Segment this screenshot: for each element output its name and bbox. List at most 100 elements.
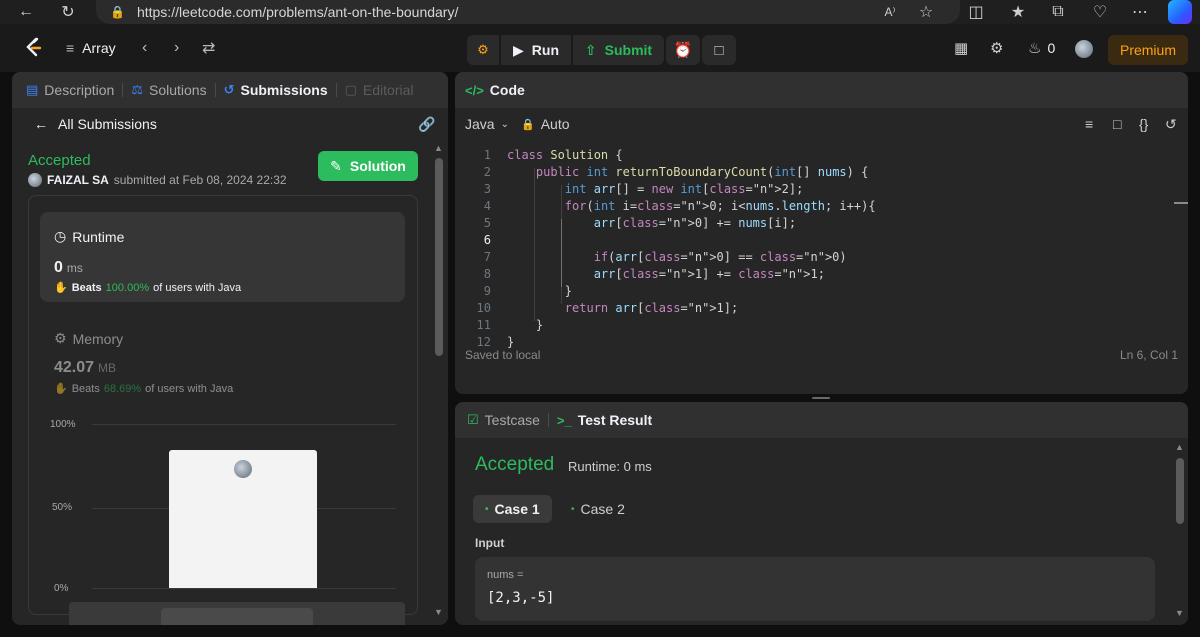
saved-status: Saved to local [465, 348, 541, 362]
premium-button[interactable]: Premium [1108, 35, 1188, 65]
user-avatar[interactable] [1075, 40, 1093, 58]
settings-icon[interactable]: ⚙ [990, 24, 1003, 72]
result-scrollbar[interactable] [1176, 458, 1184, 524]
code-toolbar: Java ⌄ 🔒 Auto ≡ □ {} ↺ [455, 108, 1188, 140]
collections-icon[interactable]: ⧉ [1048, 0, 1068, 24]
heart-icon[interactable]: ♡ [1090, 0, 1110, 24]
scroll-up-icon[interactable]: ▲ [434, 143, 443, 153]
line-number: 6 [483, 232, 491, 247]
share-link-icon[interactable]: 🔗 [418, 116, 435, 133]
line-number: 9 [483, 283, 491, 298]
back-icon[interactable]: ← [14, 0, 38, 24]
chart-y-label: 50% [52, 502, 73, 513]
read-aloud-icon[interactable]: A⁾ [880, 0, 900, 24]
chart-footer-highlight [161, 608, 313, 625]
code-panel: </> Code Java ⌄ 🔒 Auto ≡ □ {} ↺ 1 class S… [455, 72, 1188, 394]
notes-button[interactable]: □ [702, 35, 736, 65]
test-result-label: Test Result [577, 412, 653, 428]
format-icon[interactable]: ≡ [1085, 108, 1093, 140]
grid-line [92, 588, 396, 589]
tab-code[interactable]: </> Code [465, 72, 525, 108]
runtime-card[interactable]: ◷ Runtime 0 ms ✋ Beats 100.00% of users w… [40, 212, 405, 302]
code-editor[interactable]: 1 class Solution {2 public int returnToBo… [455, 140, 1188, 360]
timer-button[interactable]: ⏰ [666, 35, 700, 65]
code-text: } [507, 334, 515, 349]
scroll-down-icon[interactable]: ▼ [1175, 608, 1184, 618]
book-icon: ▢ [344, 82, 357, 97]
submit-button[interactable]: ⇧ Submit [573, 35, 664, 65]
memory-title-label: Memory [72, 330, 124, 347]
code-line[interactable]: 5 arr[class="n">0] += nums[i]; [455, 214, 1188, 231]
bookmark-icon[interactable]: □ [1113, 108, 1121, 140]
tab-submissions[interactable]: ↺ Submissions [224, 72, 328, 108]
code-line[interactable]: 6 [455, 231, 1188, 248]
run-button[interactable]: ▶ Run [501, 35, 571, 65]
code-line[interactable]: 1 class Solution { [455, 146, 1188, 163]
beats-label: Beats [71, 281, 102, 294]
split-screen-icon[interactable]: ◫ [966, 0, 986, 24]
case-1-tab[interactable]: • Case 1 [473, 495, 552, 523]
code-line[interactable]: 7 if(arr[class="n">0] == class="n">0) [455, 248, 1188, 265]
shuffle-icon[interactable]: ⇄ [202, 24, 215, 72]
layout-icon[interactable]: ▦ [954, 24, 968, 72]
prev-problem-button[interactable]: ‹ [142, 24, 147, 72]
beats-label: Beats [71, 382, 100, 395]
code-line[interactable]: 8 arr[class="n">1] += class="n">1; [455, 265, 1188, 282]
language-select[interactable]: Java ⌄ [465, 116, 509, 132]
code-text: arr[class="n">1] += class="n">1; [593, 266, 825, 281]
scroll-down-icon[interactable]: ▼ [434, 607, 443, 617]
code-text: public int returnToBoundaryCount(int[] n… [535, 164, 869, 179]
leetcode-logo[interactable] [24, 24, 44, 72]
code-line[interactable]: 11 } [455, 316, 1188, 333]
beats-suffix: of users with Java [145, 382, 234, 395]
more-icon[interactable]: ⋯ [1130, 0, 1150, 24]
language-label: Java [465, 116, 495, 132]
tab-solutions[interactable]: ⚖ Solutions [131, 72, 206, 108]
tab-testcase[interactable]: ☑ Testcase [467, 402, 540, 438]
code-line[interactable]: 10 return arr[class="n">1]; [455, 299, 1188, 316]
user-name[interactable]: FAIZAL SA [47, 173, 109, 187]
debug-button[interactable]: ⚙ [467, 35, 499, 65]
all-submissions-link[interactable]: ← All Submissions [34, 116, 157, 132]
flask-icon: ⚖ [131, 82, 143, 97]
line-number: 5 [483, 215, 491, 230]
code-line[interactable]: 12} [455, 333, 1188, 350]
scroll-up-icon[interactable]: ▲ [1175, 442, 1184, 452]
case-2-tab[interactable]: • Case 2 [559, 495, 637, 523]
tab-editorial[interactable]: ▢ Editorial [345, 72, 414, 108]
code-line[interactable]: 3 int arr[] = new int[class="n">2]; [455, 180, 1188, 197]
left-scrollbar[interactable] [435, 158, 443, 356]
auto-label: Auto [540, 116, 570, 132]
code-text: if(arr[class="n">0] == class="n">0) [593, 249, 847, 264]
address-bar[interactable]: 🔒 https://leetcode.com/problems/ant-on-t… [96, 0, 960, 24]
favorites-icon[interactable]: ★ [1008, 0, 1028, 24]
chart-y-label: 0% [54, 583, 69, 594]
refresh-icon[interactable]: ↻ [56, 0, 80, 24]
tab-submissions-label: Submissions [240, 82, 328, 98]
streak-counter[interactable]: ♨ 0 [1028, 24, 1055, 72]
runtime-value: 0 ms [54, 259, 83, 277]
submitted-at: submitted at Feb 08, 2024 22:32 [113, 173, 287, 187]
problem-list-button[interactable]: ≡ Array [66, 24, 116, 72]
beats-pct: 68.69% [103, 382, 142, 395]
code-line[interactable]: 9 } [455, 282, 1188, 299]
solution-button[interactable]: ✎ Solution [318, 151, 418, 181]
code-text: arr[class="n">0] += nums[i]; [593, 215, 797, 230]
line-number: 2 [483, 164, 491, 179]
cursor-position: Ln 6, Col 1 [1119, 348, 1178, 362]
line-number: 12 [476, 334, 491, 349]
auto-mode[interactable]: 🔒 Auto [521, 116, 570, 132]
copilot-icon[interactable] [1168, 0, 1192, 24]
next-problem-button[interactable]: › [174, 24, 179, 72]
favorite-icon[interactable]: ☆ [916, 0, 936, 24]
code-line[interactable]: 2 public int returnToBoundaryCount(int[]… [455, 163, 1188, 180]
memory-beats: ✋ Beats 68.69% of users with Java [54, 382, 234, 396]
braces-icon[interactable]: {} [1139, 108, 1148, 140]
tab-test-result[interactable]: >_ Test Result [557, 402, 652, 438]
lock-icon: 🔒 [521, 118, 535, 131]
reset-icon[interactable]: ↺ [1165, 108, 1177, 140]
tab-description[interactable]: ▤ Description [26, 72, 114, 108]
submission-status: Accepted [28, 152, 91, 169]
panel-resize-handle[interactable] [812, 397, 830, 399]
code-line[interactable]: 4 for(int i=class="n">0; i<nums.length; … [455, 197, 1188, 214]
